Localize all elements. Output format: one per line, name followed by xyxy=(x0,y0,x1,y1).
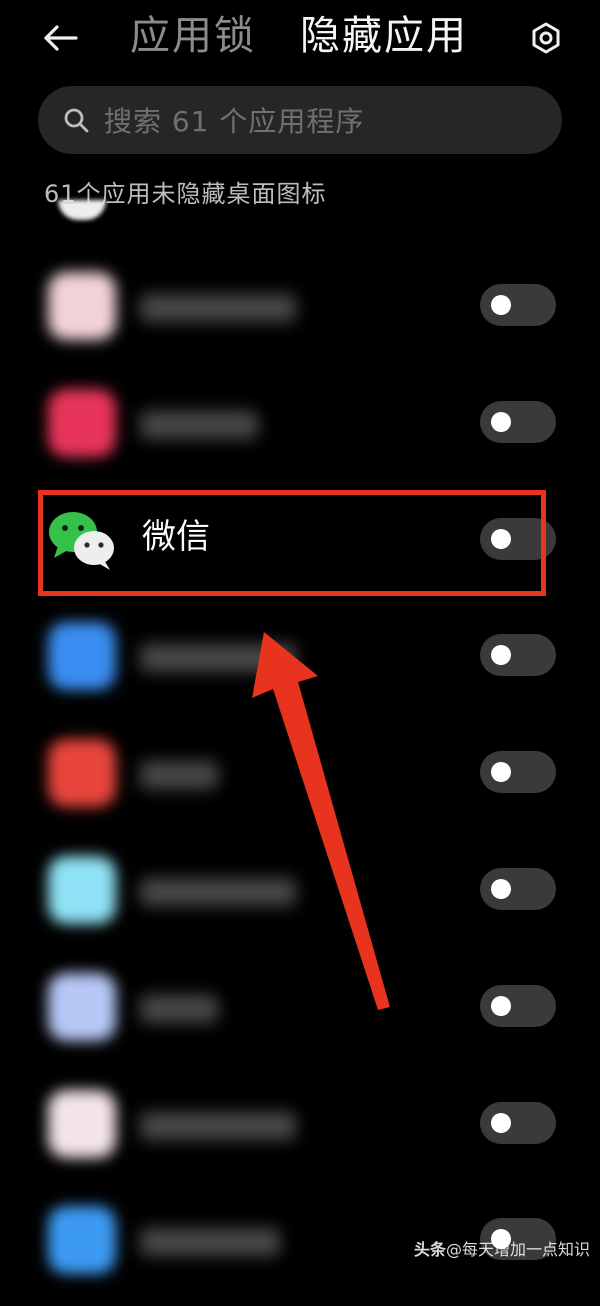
app-label-blurred xyxy=(140,1228,280,1256)
app-label-blurred xyxy=(140,411,258,439)
top-bar: 应用锁 隐藏应用 xyxy=(0,0,600,80)
highlight-box xyxy=(38,490,546,596)
arrow-left-icon xyxy=(44,25,78,51)
toggle-knob xyxy=(491,762,511,782)
app-row xyxy=(0,1074,600,1190)
watermark-handle: @每天增加一点知识 xyxy=(446,1240,591,1259)
app-icon xyxy=(48,739,116,807)
app-row xyxy=(0,373,600,489)
toggle-knob xyxy=(491,879,511,899)
app-row xyxy=(0,256,600,372)
hide-toggle[interactable] xyxy=(480,284,556,326)
search-icon xyxy=(64,108,89,133)
app-label-blurred xyxy=(140,995,218,1023)
tab-app-lock[interactable]: 应用锁 xyxy=(130,8,256,64)
toggle-knob xyxy=(491,295,511,315)
back-button[interactable] xyxy=(38,18,82,58)
app-icon xyxy=(48,973,116,1041)
toggle-knob xyxy=(491,996,511,1016)
hide-toggle[interactable] xyxy=(480,401,556,443)
app-label-blurred xyxy=(140,1112,296,1140)
watermark-brand: 头条 xyxy=(414,1240,447,1259)
search-input[interactable] xyxy=(102,96,536,146)
toggle-knob xyxy=(491,645,511,665)
app-label-blurred xyxy=(140,644,296,672)
app-icon xyxy=(48,389,116,457)
hide-toggle[interactable] xyxy=(480,1102,556,1144)
toggle-knob xyxy=(491,1113,511,1133)
watermark: 头条@每天增加一点知识 xyxy=(414,1236,590,1260)
app-label-blurred xyxy=(140,761,218,789)
app-row xyxy=(0,840,600,956)
hide-toggle[interactable] xyxy=(480,634,556,676)
hide-toggle[interactable] xyxy=(480,985,556,1027)
app-icon-partial xyxy=(58,200,106,220)
app-row xyxy=(0,957,600,1073)
settings-button[interactable] xyxy=(524,16,568,60)
hide-toggle[interactable] xyxy=(480,751,556,793)
app-label-blurred xyxy=(140,878,296,906)
tab-hidden-apps[interactable]: 隐藏应用 xyxy=(300,8,468,64)
app-row xyxy=(0,606,600,722)
app-row xyxy=(0,723,600,839)
app-icon xyxy=(48,1090,116,1158)
app-label-blurred xyxy=(140,294,296,322)
hide-toggle[interactable] xyxy=(480,868,556,910)
app-icon xyxy=(48,272,116,340)
gear-hexagon-icon xyxy=(532,22,560,54)
search-bar[interactable] xyxy=(38,86,562,154)
toggle-knob xyxy=(491,412,511,432)
app-icon xyxy=(48,856,116,924)
app-icon xyxy=(48,1206,116,1274)
app-icon xyxy=(48,622,116,690)
